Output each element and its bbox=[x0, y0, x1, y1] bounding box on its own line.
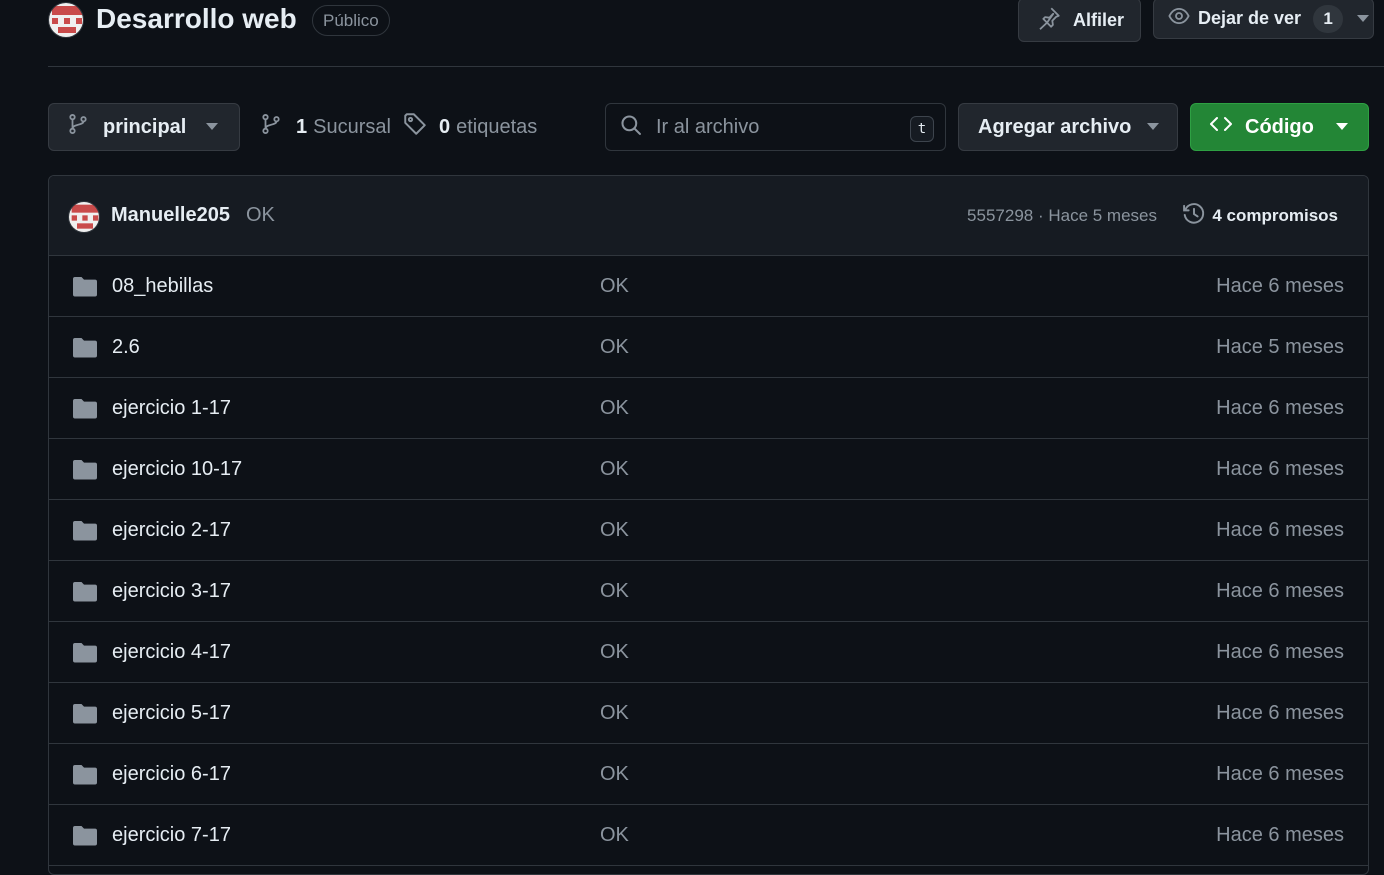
file-row[interactable]: ejercicio 6-17 OK Hace 6 meses bbox=[49, 744, 1368, 805]
file-commit-message[interactable]: OK bbox=[600, 641, 629, 664]
tag-count: 0 bbox=[439, 115, 451, 138]
folder-icon bbox=[72, 520, 98, 546]
file-row[interactable]: 2.6 OK Hace 5 meses bbox=[49, 317, 1368, 378]
code-label: Código bbox=[1245, 115, 1314, 138]
add-file-label: Agregar archivo bbox=[978, 115, 1132, 138]
folder-icon bbox=[72, 703, 98, 729]
file-age: Hace 6 meses bbox=[1216, 397, 1344, 419]
commit-meta[interactable]: 5557298 · Hace 5 meses bbox=[967, 206, 1157, 226]
chevron-down-icon bbox=[1147, 123, 1160, 131]
file-age: Hace 6 meses bbox=[1216, 702, 1344, 724]
author-avatar[interactable] bbox=[68, 201, 100, 233]
folder-icon bbox=[72, 764, 98, 790]
chevron-down-icon bbox=[1335, 123, 1348, 131]
tag-icon bbox=[403, 112, 427, 142]
pin-label: Alfiler bbox=[1073, 9, 1125, 30]
file-name[interactable]: ejercicio 6-17 bbox=[112, 763, 231, 786]
code-icon bbox=[1209, 114, 1233, 140]
repo-title[interactable]: Desarrollo web bbox=[96, 3, 297, 35]
chevron-down-icon bbox=[1357, 14, 1370, 23]
add-file-button[interactable]: Agregar archivo bbox=[958, 103, 1178, 151]
commits-count-label: 4 compromisos bbox=[1212, 206, 1338, 225]
commits-history-link[interactable]: 4 compromisos bbox=[1182, 201, 1338, 231]
history-icon bbox=[1182, 202, 1206, 231]
tag-count-label: etiquetas bbox=[456, 115, 538, 138]
branch-selector[interactable]: principal bbox=[48, 103, 240, 151]
file-commit-message[interactable]: OK bbox=[600, 458, 629, 481]
file-list: 08_hebillas OK Hace 6 meses 2.6 OK Hace … bbox=[49, 256, 1368, 866]
pin-icon bbox=[1037, 6, 1061, 35]
branches-link[interactable]: 1 Sucursal bbox=[260, 103, 391, 151]
search-icon bbox=[620, 114, 642, 141]
file-age: Hace 6 meses bbox=[1216, 763, 1344, 785]
branch-icon bbox=[260, 113, 282, 141]
commit-message[interactable]: OK bbox=[246, 204, 275, 227]
keyboard-shortcut-hint: t bbox=[910, 116, 934, 142]
commit-author[interactable]: Manuelle205 bbox=[111, 204, 230, 227]
code-button[interactable]: Código bbox=[1190, 103, 1369, 151]
search-input[interactable] bbox=[654, 114, 894, 140]
file-name[interactable]: ejercicio 3-17 bbox=[112, 580, 231, 603]
folder-icon bbox=[72, 642, 98, 668]
folder-icon bbox=[72, 581, 98, 607]
file-commit-message[interactable]: OK bbox=[600, 763, 629, 786]
folder-icon bbox=[72, 459, 98, 485]
file-age: Hace 6 meses bbox=[1216, 824, 1344, 846]
file-commit-message[interactable]: OK bbox=[600, 702, 629, 725]
file-name[interactable]: 2.6 bbox=[112, 336, 140, 359]
file-commit-message[interactable]: OK bbox=[600, 275, 629, 298]
branch-name: principal bbox=[103, 115, 187, 138]
folder-icon bbox=[72, 398, 98, 424]
file-name[interactable]: ejercicio 2-17 bbox=[112, 519, 231, 542]
file-row[interactable]: ejercicio 3-17 OK Hace 6 meses bbox=[49, 561, 1368, 622]
file-name[interactable]: ejercicio 7-17 bbox=[112, 824, 231, 847]
folder-icon bbox=[72, 825, 98, 851]
file-row[interactable]: ejercicio 5-17 OK Hace 6 meses bbox=[49, 683, 1368, 744]
file-row[interactable]: ejercicio 4-17 OK Hace 6 meses bbox=[49, 622, 1368, 683]
file-age: Hace 6 meses bbox=[1216, 458, 1344, 480]
file-commit-message[interactable]: OK bbox=[600, 397, 629, 420]
watch-button[interactable]: Dejar de ver 1 bbox=[1153, 0, 1374, 39]
file-commit-message[interactable]: OK bbox=[600, 580, 629, 603]
file-name[interactable]: 08_hebillas bbox=[112, 275, 213, 298]
watch-label: Dejar de ver bbox=[1198, 8, 1302, 28]
branch-count: 1 bbox=[296, 115, 308, 138]
branch-count-label: Sucursal bbox=[313, 115, 391, 138]
file-row[interactable]: ejercicio 7-17 OK Hace 6 meses bbox=[49, 805, 1368, 866]
latest-commit-bar: Manuelle205 OK 5557298 · Hace 5 meses 4 … bbox=[49, 176, 1368, 256]
tags-link[interactable]: 0 etiquetas bbox=[403, 103, 537, 151]
eye-icon bbox=[1168, 5, 1190, 32]
file-age: Hace 6 meses bbox=[1216, 580, 1344, 602]
chevron-down-icon bbox=[206, 123, 219, 131]
file-table: Manuelle205 OK 5557298 · Hace 5 meses 4 … bbox=[48, 175, 1369, 875]
watch-counter: 1 bbox=[1313, 4, 1344, 33]
pin-button[interactable]: Alfiler bbox=[1018, 0, 1141, 42]
go-to-file-search[interactable]: t bbox=[605, 103, 946, 151]
repo-toolbar: principal 1 Sucursal 0 etiquetas Ir al a… bbox=[48, 103, 1369, 151]
file-row[interactable]: 08_hebillas OK Hace 6 meses bbox=[49, 256, 1368, 317]
file-commit-message[interactable]: OK bbox=[600, 519, 629, 542]
file-row[interactable]: ejercicio 2-17 OK Hace 6 meses bbox=[49, 500, 1368, 561]
file-name[interactable]: ejercicio 4-17 bbox=[112, 641, 231, 664]
file-name[interactable]: ejercicio 5-17 bbox=[112, 702, 231, 725]
visibility-badge: Público bbox=[312, 5, 390, 36]
file-commit-message[interactable]: OK bbox=[600, 824, 629, 847]
file-age: Hace 6 meses bbox=[1216, 641, 1344, 663]
file-name[interactable]: ejercicio 10-17 bbox=[112, 458, 242, 481]
file-name[interactable]: ejercicio 1-17 bbox=[112, 397, 231, 420]
file-age: Hace 6 meses bbox=[1216, 275, 1344, 297]
folder-icon bbox=[72, 337, 98, 363]
repo-header: Desarrollo web Público Alfiler Dejar de … bbox=[48, 0, 1384, 67]
folder-icon bbox=[72, 276, 98, 302]
file-age: Hace 5 meses bbox=[1216, 336, 1344, 358]
file-row[interactable]: ejercicio 10-17 OK Hace 6 meses bbox=[49, 439, 1368, 500]
branch-icon bbox=[67, 113, 89, 141]
file-age: Hace 6 meses bbox=[1216, 519, 1344, 541]
file-row[interactable]: ejercicio 1-17 OK Hace 6 meses bbox=[49, 378, 1368, 439]
repo-owner-identicon[interactable] bbox=[48, 2, 84, 38]
file-commit-message[interactable]: OK bbox=[600, 336, 629, 359]
